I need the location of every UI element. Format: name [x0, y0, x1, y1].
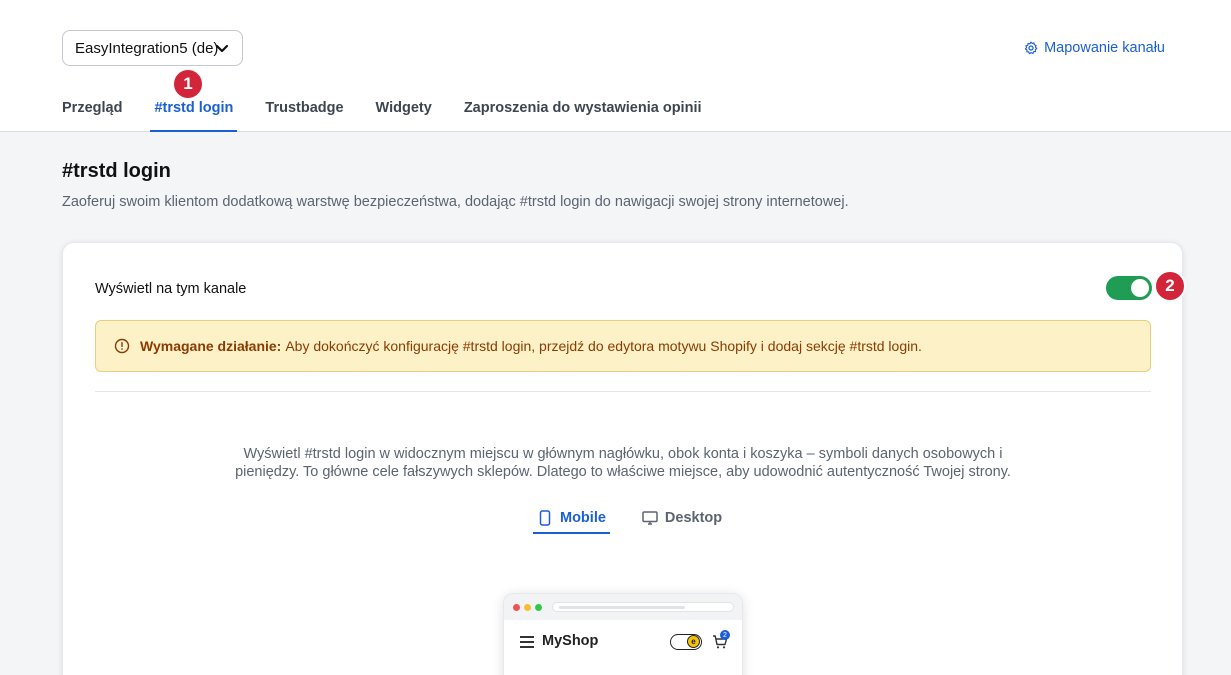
trstd-login-badge: e — [670, 634, 702, 650]
mobile-preview: MyShop e 2 — [503, 593, 743, 675]
window-minimize-dot — [524, 603, 531, 611]
browser-bar — [504, 594, 742, 620]
channel-mapping-label: Mapowanie kanału — [1044, 40, 1165, 56]
warning-circle-icon — [114, 338, 130, 354]
page-subtitle: Zaoferuj swoim klientom dodatkową warstw… — [62, 194, 849, 210]
window-maximize-dot — [535, 603, 542, 611]
settings-card: Wyświetl na tym kanale Wymagane działani… — [62, 242, 1183, 675]
gear-icon — [1024, 41, 1038, 55]
placement-description: Wyświetl #trstd login w widocznym miejsc… — [235, 446, 1011, 480]
tab-review-invitations[interactable]: Zaproszenia do wystawienia opinii — [464, 100, 702, 132]
tab-trustbadge[interactable]: Trustbadge — [265, 100, 343, 132]
tab-overview[interactable]: Przegląd — [62, 100, 122, 132]
alert-text: Aby dokończyć konfigurację #trstd login,… — [285, 338, 922, 354]
menu-icon — [520, 636, 534, 648]
tab-trstd-login[interactable]: #trstd login — [150, 100, 238, 132]
preview-header: MyShop e 2 — [504, 620, 742, 664]
top-bar: EasyIntegration5 (de) Mapowanie kanału P… — [0, 0, 1231, 132]
channel-select[interactable]: EasyIntegration5 (de) — [62, 30, 243, 66]
alert-title: Wymagane działanie: — [140, 338, 282, 354]
cart-count-badge: 2 — [720, 630, 730, 640]
annotation-marker-2: 2 — [1154, 270, 1186, 302]
channel-mapping-link[interactable]: Mapowanie kanału — [1024, 40, 1165, 56]
channel-select-value: EasyIntegration5 (de) — [75, 39, 219, 57]
toggle-knob — [1131, 279, 1149, 297]
action-required-alert: Wymagane działanie: Aby dokończyć konfig… — [95, 320, 1151, 372]
tab-desktop[interactable]: Desktop — [638, 503, 726, 533]
monitor-icon — [642, 511, 658, 525]
tab-mobile[interactable]: Mobile — [533, 503, 610, 534]
tab-widgets[interactable]: Widgety — [376, 100, 432, 132]
tab-desktop-label: Desktop — [664, 510, 723, 526]
divider — [95, 391, 1151, 392]
display-toggle[interactable] — [1106, 276, 1152, 300]
url-bar — [552, 602, 734, 612]
chevron-down-icon — [215, 44, 229, 53]
shop-name: MyShop — [542, 633, 599, 649]
page-title: #trstd login — [62, 160, 171, 182]
trusted-shops-badge-icon: e — [687, 635, 700, 648]
annotation-marker-1: 1 — [172, 68, 204, 100]
tab-mobile-label: Mobile — [560, 510, 606, 526]
window-close-dot — [513, 603, 520, 611]
main-tabs: Przegląd #trstd login Trustbadge Widgety… — [62, 100, 734, 132]
display-on-channel-label: Wyświetl na tym kanale — [95, 281, 247, 297]
preview-mode-tabs: Mobile Desktop — [533, 503, 726, 534]
smartphone-icon — [539, 510, 551, 526]
